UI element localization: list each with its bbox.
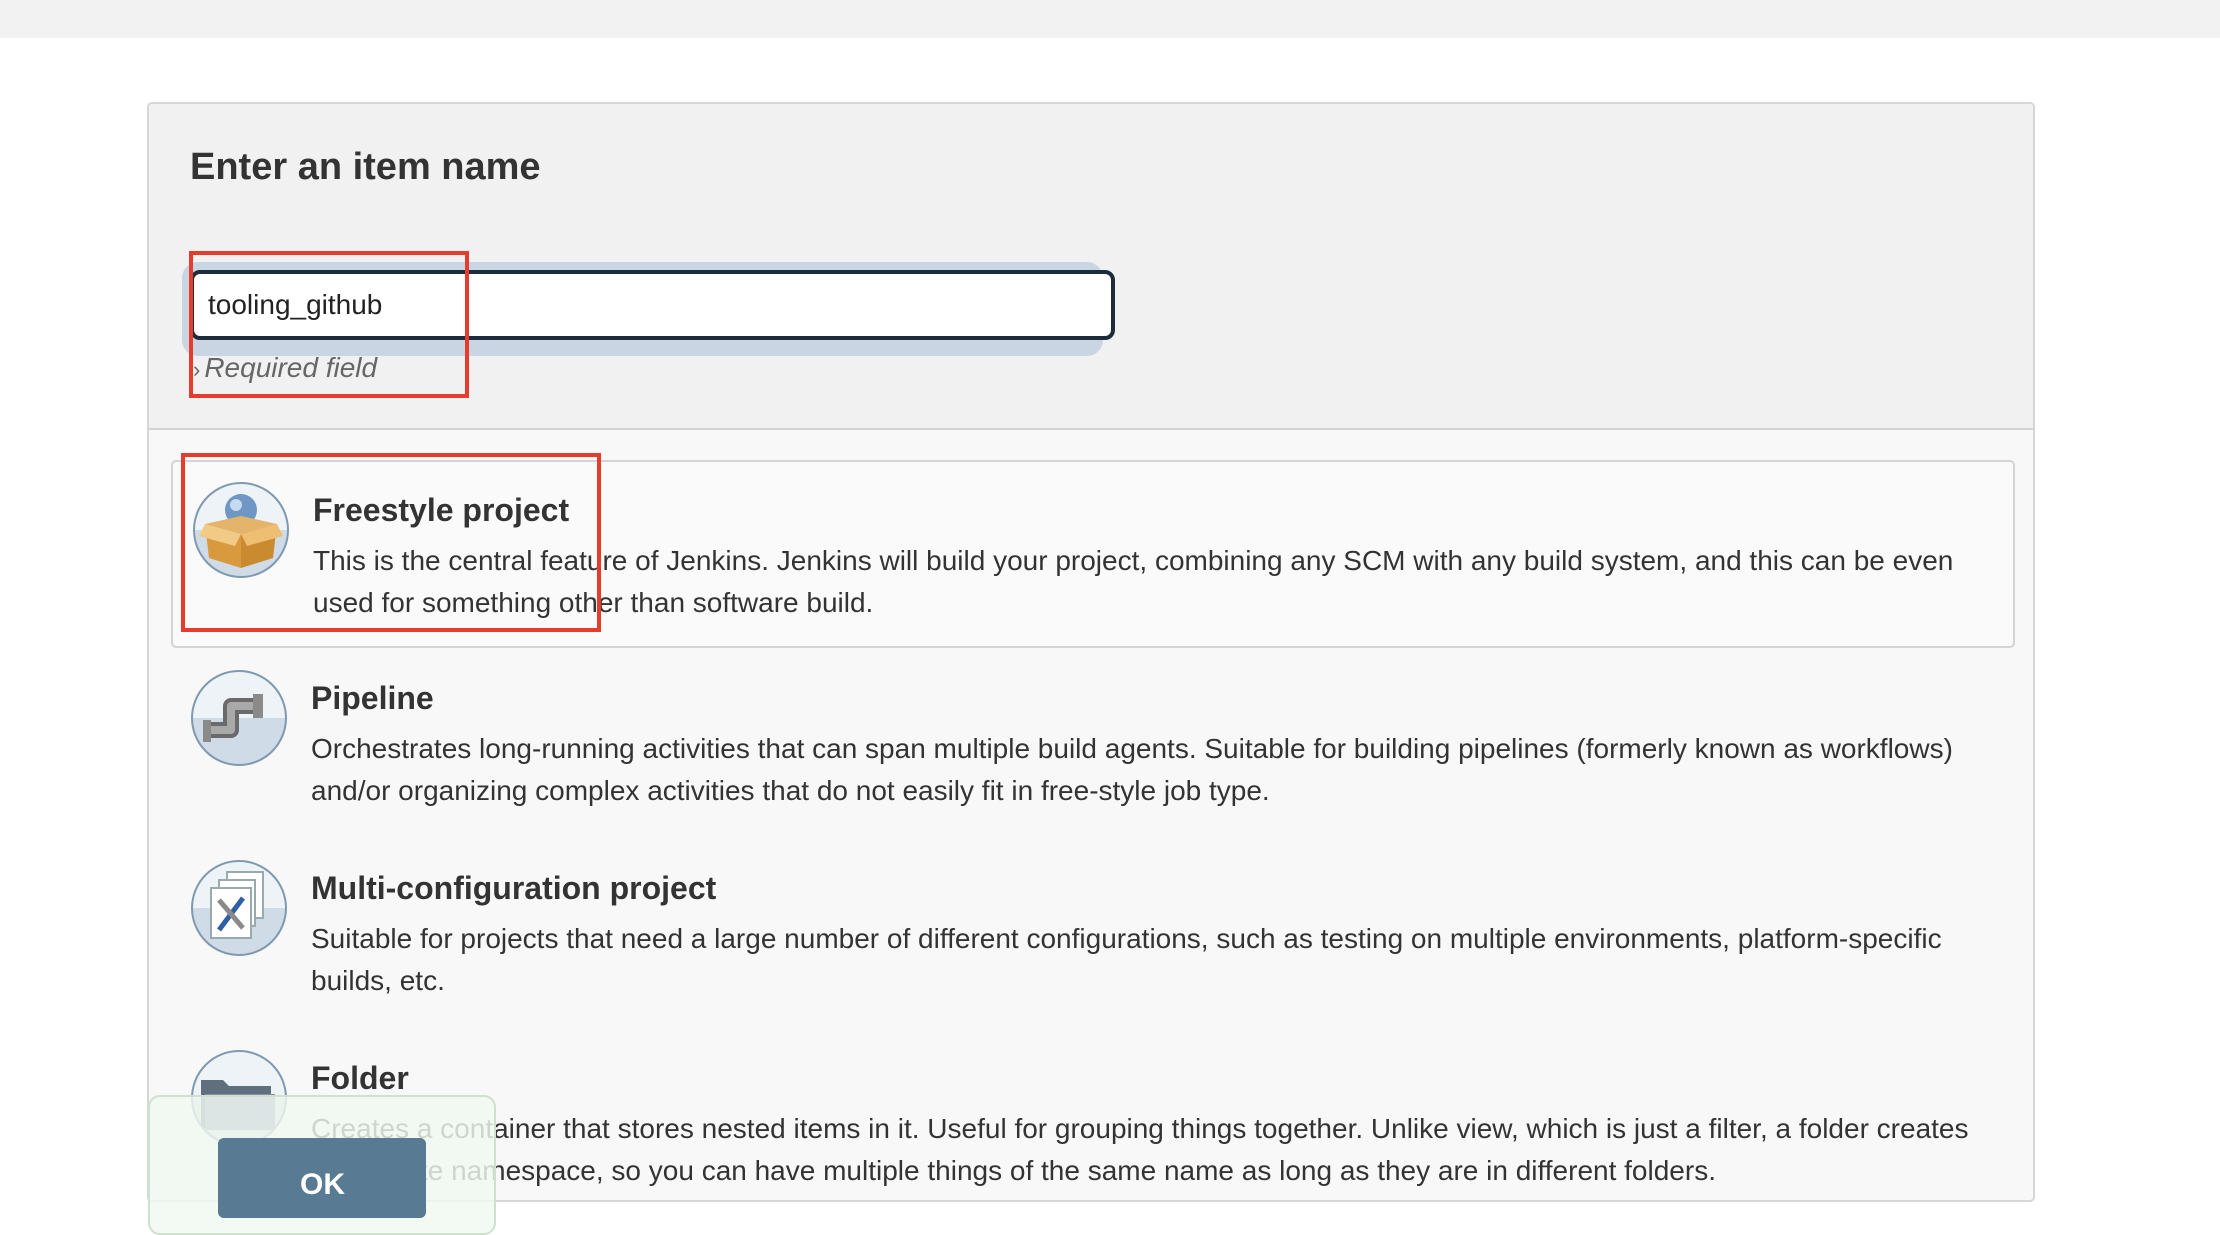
item-name-input[interactable]	[190, 270, 1115, 340]
freestyle-box-icon	[193, 482, 289, 578]
item-name-section: Enter an item name ›Required field	[149, 104, 2033, 430]
item-type-description: This is the central feature of Jenkins. …	[313, 545, 1954, 618]
item-type-title: Pipeline	[311, 680, 434, 716]
item-type-description: Orchestrates long-running activities tha…	[311, 733, 1953, 806]
pipeline-pipe-icon	[191, 670, 287, 766]
top-bar	[0, 0, 2220, 38]
item-type-title: Folder	[311, 1060, 409, 1096]
ok-button[interactable]: OK	[218, 1138, 426, 1218]
item-type-freestyle-project[interactable]: Freestyle project This is the central fe…	[171, 460, 2015, 648]
chevron-right-icon: ›	[193, 357, 201, 382]
item-type-description: Suitable for projects that need a large …	[311, 923, 1942, 996]
required-field-text: Required field	[204, 352, 378, 383]
item-type-description: Creates a container that stores nested i…	[311, 1113, 1969, 1186]
multi-config-tools-icon	[191, 860, 287, 956]
page-title: Enter an item name	[190, 146, 541, 188]
item-name-focus-ring	[182, 262, 1115, 356]
new-item-panel: Enter an item name ›Required field Frees…	[147, 102, 2035, 1202]
item-type-title: Freestyle project	[313, 492, 570, 528]
required-field-hint: › Required field	[193, 352, 377, 384]
item-type-multi-configuration[interactable]: Multi-configuration project Suitable for…	[171, 840, 2015, 1028]
item-type-title: Multi-configuration project	[311, 870, 717, 906]
item-type-pipeline[interactable]: Pipeline Orchestrates long-running activ…	[171, 650, 2015, 838]
